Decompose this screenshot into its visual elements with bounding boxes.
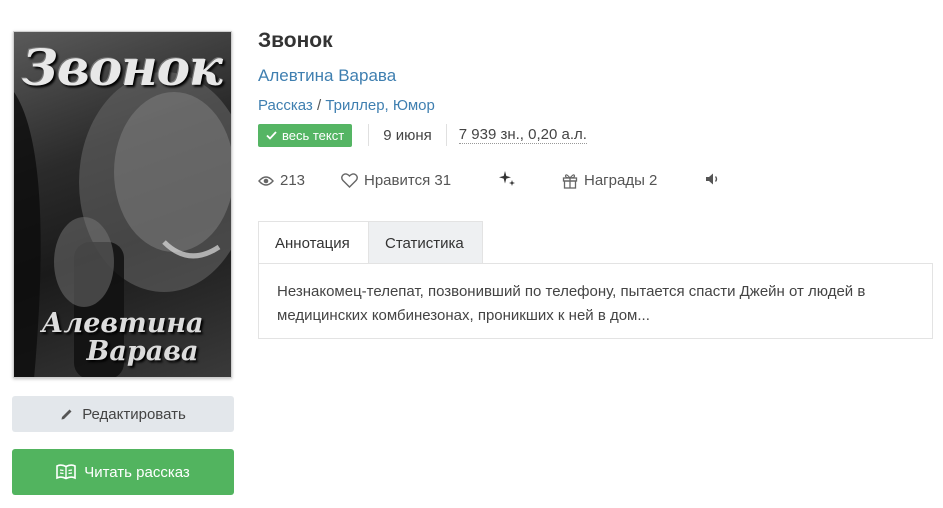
text-size[interactable]: 7 939 зн., 0,20 а.л. xyxy=(458,126,587,144)
views-count: 213 xyxy=(280,172,306,189)
book-cover[interactable]: Звонок Алевтина Варава xyxy=(13,31,232,378)
eye-icon xyxy=(258,175,274,187)
cover-author: Алевтина Варава xyxy=(20,310,225,366)
cover-title: Звонок xyxy=(22,38,223,97)
read-story-button[interactable]: Читать рассказ xyxy=(12,449,234,495)
genre-line: Рассказ / Триллер, Юмор xyxy=(258,97,435,114)
sparkles-button[interactable] xyxy=(498,170,522,188)
tab-annotation[interactable]: Аннотация xyxy=(258,221,369,264)
read-button-label: Читать рассказ xyxy=(84,463,190,481)
views-stat: 213 xyxy=(258,172,305,189)
genre-separator: / xyxy=(316,97,322,114)
author-link[interactable]: Алевтина Варава xyxy=(258,66,396,86)
edit-button-label: Редактировать xyxy=(82,405,186,423)
awards-label: Награды 2 xyxy=(584,172,658,189)
speaker-icon xyxy=(705,172,721,186)
likes-label: Нравится 31 xyxy=(364,172,452,189)
gift-icon xyxy=(562,173,578,189)
audio-button[interactable] xyxy=(705,172,727,186)
book-title: Звонок xyxy=(258,29,333,52)
tab-statistics[interactable]: Статистика xyxy=(369,221,483,264)
annotation-panel: Незнакомец-телепат, позвонивший по телеф… xyxy=(258,263,933,339)
open-book-icon xyxy=(56,464,77,480)
full-text-badge: весь текст xyxy=(258,123,353,147)
sparkles-icon xyxy=(498,170,516,188)
divider xyxy=(368,124,370,146)
awards-button[interactable]: Награды 2 xyxy=(562,172,657,189)
publish-date: 9 июня xyxy=(383,126,432,144)
pencil-icon xyxy=(60,407,74,421)
genres-link[interactable]: Триллер, Юмор xyxy=(325,97,435,114)
divider xyxy=(445,124,447,146)
annotation-text: Незнакомец-телепат, позвонивший по телеф… xyxy=(277,283,866,324)
badge-label: весь текст xyxy=(282,127,345,143)
form-link[interactable]: Рассказ xyxy=(258,97,313,114)
heart-icon xyxy=(341,173,358,188)
book-meta: весь текст 9 июня 7 939 зн., 0,20 а.л. xyxy=(258,123,587,147)
cover-author-last: Варава xyxy=(86,336,199,367)
like-button[interactable]: Нравится 31 xyxy=(341,172,451,189)
cover-author-first: Алевтина xyxy=(41,308,204,339)
check-icon xyxy=(266,130,277,140)
info-tabs: Аннотация Статистика xyxy=(258,221,483,264)
edit-button[interactable]: Редактировать xyxy=(12,396,234,432)
